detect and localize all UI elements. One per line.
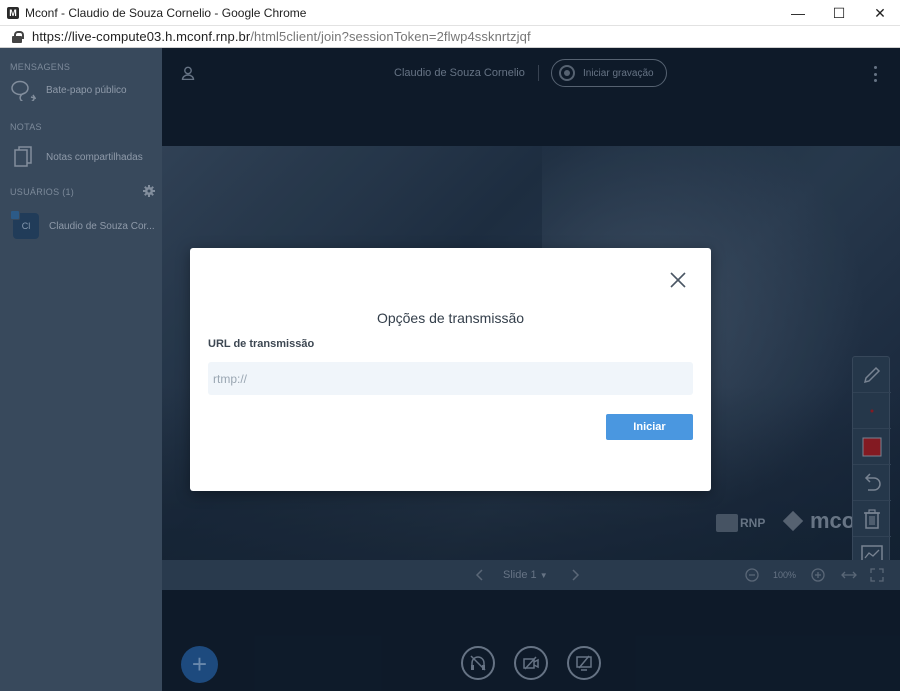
maximize-button[interactable]: ☐ xyxy=(819,0,859,26)
minimize-button[interactable]: — xyxy=(778,0,818,26)
start-stream-button[interactable]: Iniciar xyxy=(606,414,693,440)
url-host: https://live-compute03.h.mconf.rnp.br xyxy=(32,29,251,44)
modal-title: Opções de transmissão xyxy=(376,310,525,326)
lock-icon xyxy=(12,30,24,43)
mconf-app-icon: M xyxy=(7,6,19,19)
url-path: /html5client/join?sessionToken=2flwp4ssk… xyxy=(250,29,531,44)
window-title: Mconf - Claudio de Souza Cornelio - Goog… xyxy=(25,5,307,20)
close-window-button[interactable]: ✕ xyxy=(860,0,900,26)
address-bar[interactable]: https://live-compute03.h.mconf.rnp.br/ht… xyxy=(0,26,900,48)
stream-url-label: URL de transmissão xyxy=(208,338,315,350)
stream-url-input[interactable] xyxy=(208,362,693,395)
url-text[interactable]: https://live-compute03.h.mconf.rnp.br/ht… xyxy=(32,29,531,44)
streaming-options-modal: Opções de transmissão URL de transmissão… xyxy=(190,248,711,491)
window-titlebar: M Mconf - Claudio de Souza Cornelio - Go… xyxy=(0,0,900,26)
close-icon[interactable] xyxy=(668,270,688,290)
